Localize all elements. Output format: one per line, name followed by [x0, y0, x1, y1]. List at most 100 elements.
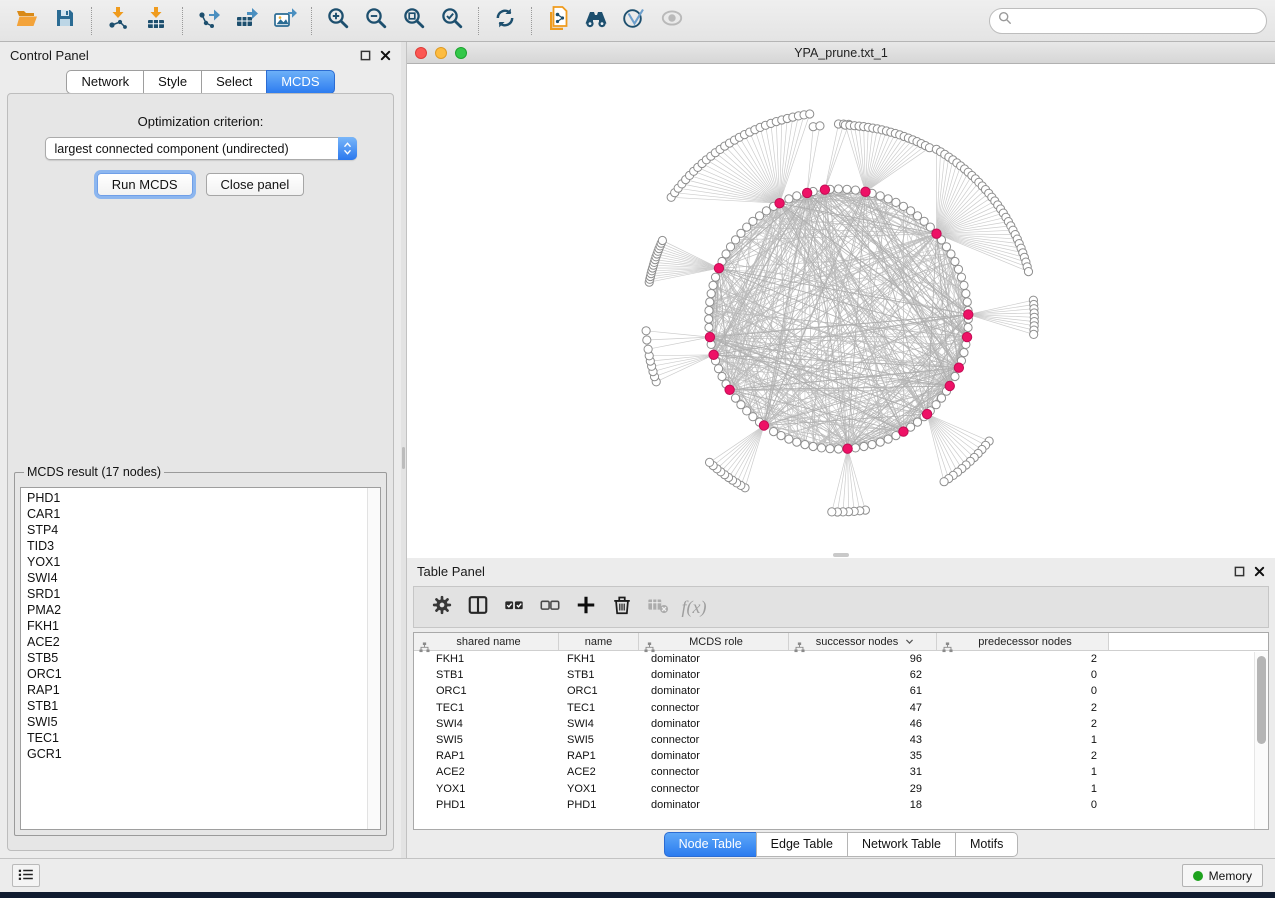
table-cell: 0 — [937, 799, 1109, 811]
list-item[interactable]: ORC1 — [27, 666, 367, 682]
list-item[interactable]: GCR1 — [27, 746, 367, 762]
float-icon[interactable] — [360, 50, 371, 61]
tab-style[interactable]: Style — [143, 70, 201, 94]
table-cell: connector — [639, 734, 789, 746]
tab-select[interactable]: Select — [201, 70, 266, 94]
delete-table-button — [640, 590, 676, 624]
export-table-button[interactable] — [230, 5, 264, 37]
column-header-MCDS-role[interactable]: MCDS role — [639, 633, 789, 650]
list-item[interactable]: TID3 — [27, 538, 367, 554]
table-row[interactable]: ACE2ACE2connector311 — [414, 764, 1268, 780]
table-row[interactable]: ORC1ORC1dominator610 — [414, 683, 1268, 699]
mcds-result-list[interactable]: PHD1CAR1STP4TID3YOX1SWI4SRD1PMA2FKH1ACE2… — [20, 487, 381, 830]
share-network-button[interactable] — [541, 5, 575, 37]
tab-mcds[interactable]: MCDS — [266, 70, 334, 94]
list-item[interactable]: PHD1 — [27, 490, 367, 506]
tab-network-table[interactable]: Network Table — [847, 832, 955, 857]
zoom-out-button[interactable] — [359, 5, 393, 37]
horizontal-splitter-grip[interactable] — [833, 553, 849, 557]
column-header-shared-name[interactable]: shared name — [414, 633, 559, 650]
close-icon[interactable] — [380, 50, 391, 61]
find-button[interactable] — [579, 5, 613, 37]
open-file-button[interactable] — [10, 5, 44, 37]
toolbar-separator — [91, 7, 92, 35]
list-scrollbar[interactable] — [367, 488, 380, 829]
export-network-button[interactable] — [192, 5, 226, 37]
table-row[interactable]: FKH1FKH1dominator962 — [414, 651, 1268, 667]
list-item[interactable]: RAP1 — [27, 682, 367, 698]
search-box[interactable] — [989, 8, 1267, 34]
table-cell: PHD1 — [559, 799, 639, 811]
criterion-select[interactable]: largest connected component (undirected) — [45, 137, 357, 160]
gear-icon — [431, 594, 453, 621]
table-row[interactable]: STB1STB1dominator620 — [414, 667, 1268, 683]
close-panel-button[interactable]: Close panel — [206, 173, 305, 196]
close-icon[interactable] — [1254, 566, 1265, 577]
save-session-button[interactable] — [48, 5, 82, 37]
splitter-grip[interactable] — [402, 447, 405, 469]
list-item[interactable]: STB5 — [27, 650, 367, 666]
export-image-button[interactable] — [268, 5, 302, 37]
tab-node-table[interactable]: Node Table — [664, 832, 756, 857]
table-row[interactable]: PHD1PHD1dominator180 — [414, 797, 1268, 813]
tab-motifs[interactable]: Motifs — [955, 832, 1018, 857]
table-cell: ORC1 — [559, 685, 639, 697]
table-cell: 35 — [789, 750, 937, 762]
select-all-columns-button[interactable] — [496, 590, 532, 624]
tab-edge-table[interactable]: Edge Table — [756, 832, 847, 857]
list-item[interactable]: SRD1 — [27, 586, 367, 602]
memory-status-icon — [1193, 871, 1203, 881]
import-network-button[interactable] — [101, 5, 135, 37]
scrollbar-thumb[interactable] — [1257, 656, 1266, 744]
table-row[interactable]: YOX1YOX1connector291 — [414, 781, 1268, 797]
annotations-button[interactable] — [617, 5, 651, 37]
list-item[interactable]: STP4 — [27, 522, 367, 538]
zoom-fit-button[interactable] — [397, 5, 431, 37]
list-item[interactable]: STB1 — [27, 698, 367, 714]
save-icon — [53, 6, 77, 35]
table-row[interactable]: SWI4SWI4dominator462 — [414, 716, 1268, 732]
show-columns-button[interactable] — [460, 590, 496, 624]
list-item[interactable]: SWI5 — [27, 714, 367, 730]
list-item[interactable]: ACE2 — [27, 634, 367, 650]
table-row[interactable]: RAP1RAP1dominator352 — [414, 748, 1268, 764]
preview-button[interactable] — [655, 5, 689, 37]
list-item[interactable]: PMA2 — [27, 602, 367, 618]
table-row[interactable]: TEC1TEC1connector472 — [414, 700, 1268, 716]
panel-splitter[interactable] — [401, 42, 406, 858]
create-column-button[interactable] — [568, 590, 604, 624]
list-item[interactable]: FKH1 — [27, 618, 367, 634]
column-header-name[interactable]: name — [559, 633, 639, 650]
import-table-button[interactable] — [139, 5, 173, 37]
table-row[interactable]: SWI5SWI5connector431 — [414, 732, 1268, 748]
table-scrollbar[interactable] — [1254, 652, 1268, 829]
search-input[interactable] — [1018, 14, 1258, 28]
tab-network[interactable]: Network — [66, 70, 143, 94]
column-header-successor-nodes[interactable]: successor nodes — [789, 633, 937, 650]
memory-button[interactable]: Memory — [1182, 864, 1263, 887]
column-header-label: successor nodes — [816, 636, 899, 648]
table-settings-button[interactable] — [424, 590, 460, 624]
table-cell: 43 — [789, 734, 937, 746]
zoom-selected-button[interactable] — [435, 5, 469, 37]
import-table-icon — [144, 6, 168, 35]
list-item[interactable]: SWI4 — [27, 570, 367, 586]
float-icon[interactable] — [1234, 566, 1245, 577]
task-history-button[interactable] — [12, 864, 40, 887]
table-cell: PHD1 — [414, 799, 559, 811]
run-mcds-button[interactable]: Run MCDS — [97, 173, 193, 196]
zoom-in-button[interactable] — [321, 5, 355, 37]
table-cell: SWI5 — [559, 734, 639, 746]
list-item[interactable]: CAR1 — [27, 506, 367, 522]
open-folder-icon — [15, 6, 39, 35]
search-icon — [998, 11, 1012, 30]
list-item[interactable]: TEC1 — [27, 730, 367, 746]
refresh-button[interactable] — [488, 5, 522, 37]
delete-columns-button[interactable] — [604, 590, 640, 624]
unselect-all-columns-button[interactable] — [532, 590, 568, 624]
list-item[interactable]: YOX1 — [27, 554, 367, 570]
network-canvas[interactable] — [407, 64, 1275, 558]
column-header-predecessor-nodes[interactable]: predecessor nodes — [937, 633, 1109, 650]
table-cell: RAP1 — [559, 750, 639, 762]
table-cell: 2 — [937, 653, 1109, 665]
